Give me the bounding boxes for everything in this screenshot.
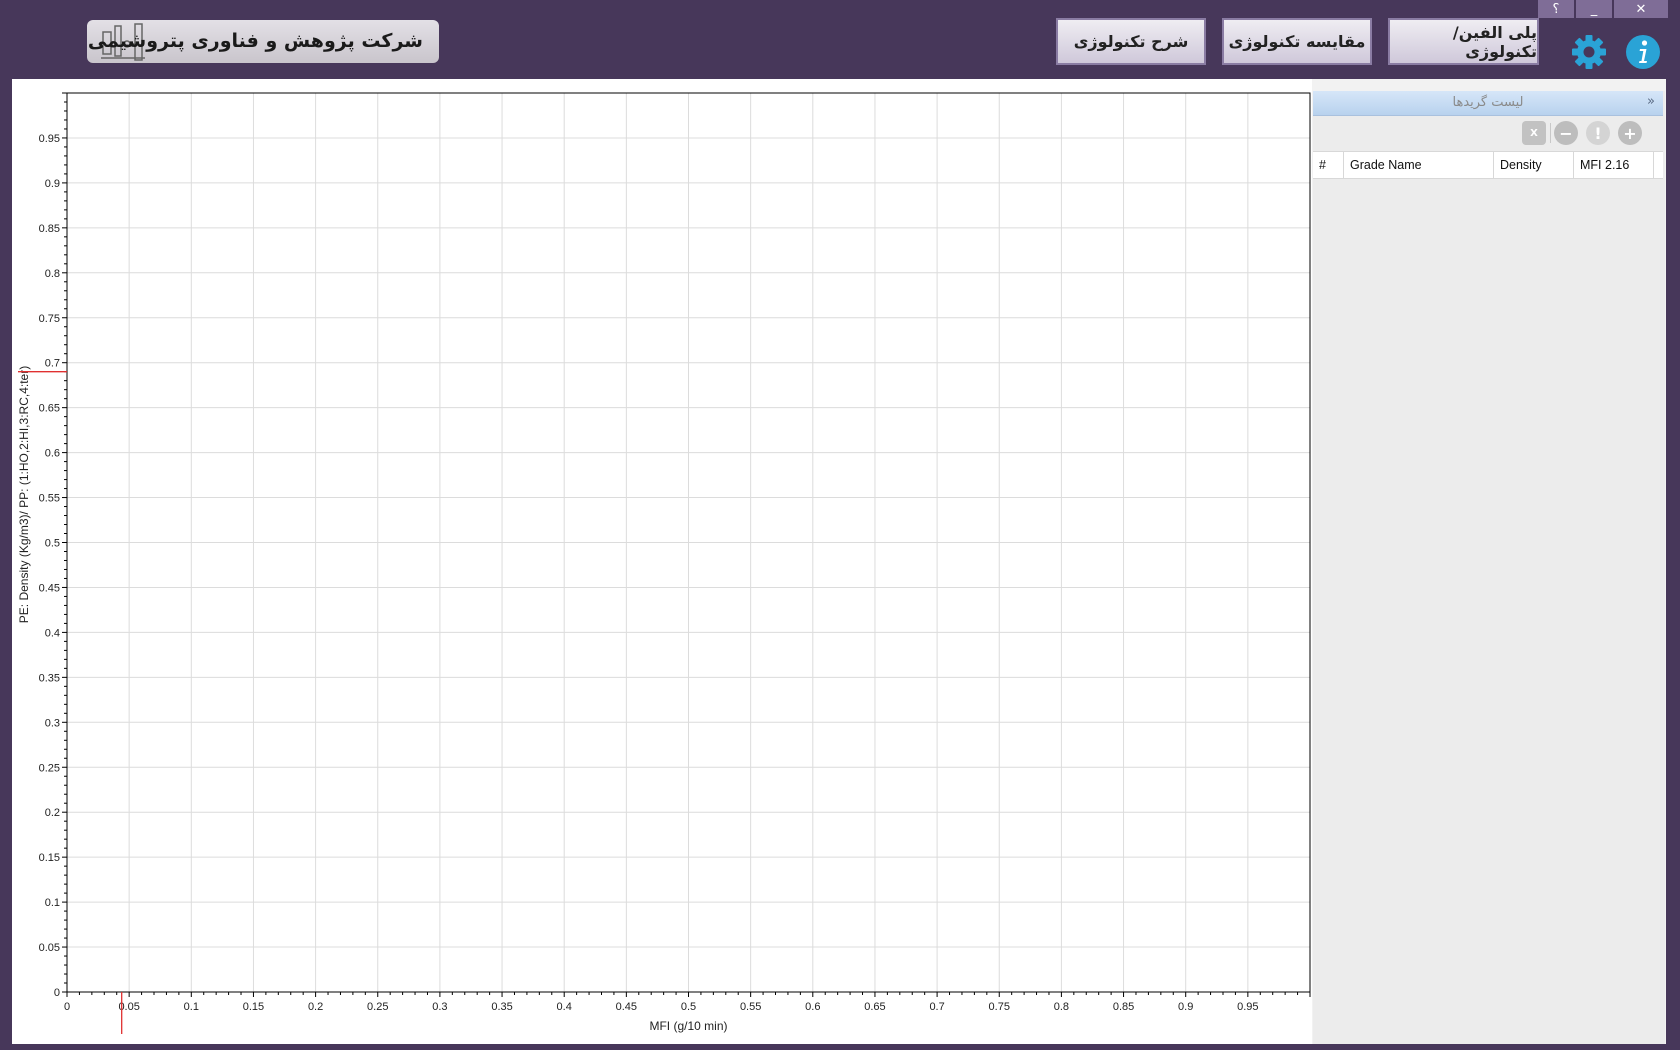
x-tick-label: 0.9 bbox=[1178, 1001, 1193, 1013]
add-grade-icon[interactable]: + bbox=[1618, 121, 1642, 145]
help-button[interactable]: ؟ bbox=[1538, 0, 1574, 18]
company-banner: شرکت پژوهش و فناوری پتروشیمی bbox=[87, 20, 439, 63]
x-tick-label: 0.8 bbox=[1054, 1001, 1069, 1013]
grade-list-panel: لیست گریدها » X − ! + # Grade Name Densi… bbox=[1313, 91, 1665, 1044]
close-button[interactable]: ✕ bbox=[1614, 0, 1668, 18]
x-tick-label: 0.2 bbox=[308, 1001, 323, 1013]
grade-list-title: لیست گریدها bbox=[1452, 95, 1524, 110]
x-tick-label: 0.75 bbox=[989, 1001, 1010, 1013]
y-tick-label: 0.2 bbox=[45, 807, 60, 819]
x-tick-label: 0.45 bbox=[616, 1001, 637, 1013]
y-tick-label: 0.9 bbox=[45, 178, 60, 190]
minimize-button[interactable]: _ bbox=[1576, 0, 1612, 18]
x-tick-label: 0.7 bbox=[929, 1001, 944, 1013]
export-excel-icon[interactable]: X bbox=[1522, 121, 1546, 145]
column-header-density[interactable]: Density bbox=[1494, 152, 1574, 178]
gear-icon[interactable] bbox=[1571, 34, 1607, 70]
y-tick-label: 0.5 bbox=[45, 538, 60, 550]
collapse-panel-button[interactable]: » bbox=[1647, 94, 1655, 109]
grade-table-header: # Grade Name Density MFI 2.16 bbox=[1313, 151, 1663, 179]
x-tick-label: 0.15 bbox=[243, 1001, 264, 1013]
x-tick-label: 0.6 bbox=[805, 1001, 820, 1013]
chart[interactable]: 0 0.05 0.1 0.15 0.2 0.25 0.3 0.35 0.4 0.45 0.5 0.55… bbox=[12, 79, 1312, 1044]
x-tick-label: 0.4 bbox=[557, 1001, 572, 1013]
y-tick-label: 0.3 bbox=[45, 717, 60, 729]
window-controls: ؟ _ ✕ bbox=[1536, 0, 1668, 18]
y-tick-label: 0.05 bbox=[39, 942, 60, 954]
grade-table: # Grade Name Density MFI 2.16 bbox=[1313, 151, 1663, 179]
y-tick-label: 0.8 bbox=[45, 268, 60, 280]
polyolefin-technology-button[interactable]: پلی الفین/تکنولوژی bbox=[1388, 18, 1539, 65]
y-tick-label: 0.6 bbox=[45, 448, 60, 460]
x-tick-label: 0.25 bbox=[367, 1001, 388, 1013]
y-tick-label: 0 bbox=[54, 987, 60, 999]
y-tick-label: 0.15 bbox=[39, 852, 60, 864]
column-header-mfi[interactable]: MFI 2.16 bbox=[1574, 152, 1654, 178]
y-tick-label: 0.85 bbox=[39, 223, 60, 235]
y-tick-label: 0.65 bbox=[39, 403, 60, 415]
grade-list-header: لیست گریدها » bbox=[1313, 91, 1663, 116]
main-content: 0 0.05 0.1 0.15 0.2 0.25 0.3 0.35 0.4 0.45 0.5 0.55… bbox=[12, 79, 1666, 1044]
y-axis-label: PE: Density (Kg/m3)/ PP: (1:HO,2:HI,3:RC… bbox=[17, 366, 31, 623]
y-tick-label: 0.95 bbox=[39, 133, 60, 145]
alert-icon[interactable]: ! bbox=[1586, 121, 1610, 145]
column-header-grade-name[interactable]: Grade Name bbox=[1344, 152, 1494, 178]
remove-grade-icon[interactable]: − bbox=[1554, 121, 1578, 145]
grade-list-toolbar: X − ! + bbox=[1313, 116, 1663, 149]
y-tick-label: 0.55 bbox=[39, 493, 60, 505]
technology-description-button[interactable]: شرح تکنولوژی bbox=[1056, 18, 1206, 65]
x-tick-label: 0 bbox=[64, 1001, 70, 1013]
technology-comparison-button[interactable]: مقایسه تکنولوژی bbox=[1222, 18, 1372, 65]
y-tick-label: 0.1 bbox=[45, 897, 60, 909]
chart-area: 0 0.05 0.1 0.15 0.2 0.25 0.3 0.35 0.4 0.45 0.5 0.55… bbox=[12, 79, 1312, 1044]
company-name: شرکت پژوهش و فناوری پتروشیمی bbox=[87, 30, 423, 52]
y-tick-label: 0.75 bbox=[39, 313, 60, 325]
x-tick-label: 0.55 bbox=[740, 1001, 761, 1013]
y-tick-label: 0.4 bbox=[45, 627, 60, 639]
x-tick-label: 0.85 bbox=[1113, 1001, 1134, 1013]
info-icon[interactable] bbox=[1625, 34, 1661, 70]
toolbar-divider bbox=[1550, 123, 1551, 143]
x-tick-label: 0.5 bbox=[681, 1001, 696, 1013]
x-tick-label: 0.1 bbox=[184, 1001, 199, 1013]
y-tick-label: 0.45 bbox=[39, 582, 60, 594]
y-tick-label: 0.25 bbox=[39, 762, 60, 774]
y-tick-label: 0.7 bbox=[45, 358, 60, 370]
x-tick-label: 0.3 bbox=[432, 1001, 447, 1013]
x-tick-label: 0.95 bbox=[1237, 1001, 1258, 1013]
column-header-index[interactable]: # bbox=[1313, 152, 1344, 178]
y-tick-label: 0.35 bbox=[39, 672, 60, 684]
x-tick-label: 0.65 bbox=[864, 1001, 885, 1013]
x-tick-label: 0.35 bbox=[491, 1001, 512, 1013]
x-axis-label: MFI (g/10 min) bbox=[649, 1019, 727, 1033]
